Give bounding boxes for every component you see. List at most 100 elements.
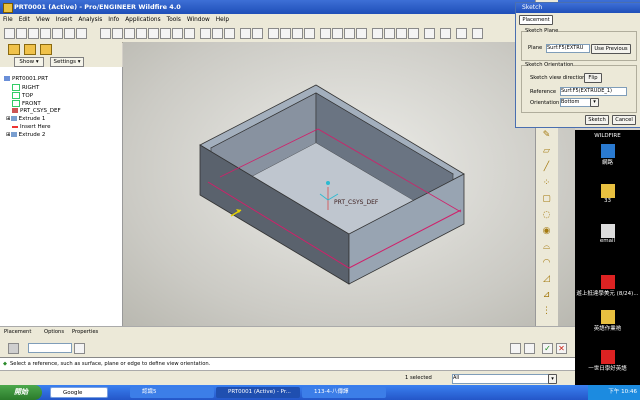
datum-points-icon[interactable]: [396, 28, 407, 39]
zoom-in-icon[interactable]: [200, 28, 211, 39]
chevron-down-icon[interactable]: ▾: [590, 98, 599, 107]
datum-axes-icon[interactable]: [384, 28, 395, 39]
cancel-button[interactable]: Cancel: [612, 115, 636, 125]
close-window-icon[interactable]: [472, 28, 483, 39]
flip-button[interactable]: Flip: [584, 73, 602, 83]
tab-options[interactable]: Options: [44, 329, 64, 335]
round-tool-icon[interactable]: ◠: [541, 258, 552, 269]
select-icon[interactable]: [160, 28, 171, 39]
tab-placement[interactable]: Placement: [4, 329, 31, 335]
model-view[interactable]: PRT_CSYS_DEF: [123, 42, 575, 326]
desktop-icon-pdf-2[interactable]: 一世日學好英語: [575, 350, 640, 372]
undo-icon[interactable]: [100, 28, 111, 39]
tree-item-extrude-1[interactable]: ⊞ Extrude 1: [6, 116, 45, 123]
print-icon[interactable]: [40, 28, 51, 39]
shading-icon[interactable]: [240, 28, 251, 39]
favorites-folder-icon[interactable]: [40, 44, 52, 55]
cut-icon[interactable]: [124, 28, 135, 39]
desktop-icon-pdf-1[interactable]: 遊上抵達學美元 (8/24)...: [575, 275, 640, 297]
view-manager-icon[interactable]: [304, 28, 315, 39]
pan-icon[interactable]: [292, 28, 303, 39]
chamfer-tool-icon[interactable]: ◿: [541, 274, 552, 285]
use-previous-button[interactable]: Use Previous: [591, 44, 631, 54]
hole-tool-icon[interactable]: ◉: [541, 226, 552, 237]
task-doc[interactable]: 113-4-八傳譯: [302, 387, 386, 398]
task-proe[interactable]: PRT0001 (Active) - Pr...: [216, 387, 300, 398]
tree-item-extrude-2[interactable]: ⊞ Extrude 2: [6, 132, 45, 139]
plane-field[interactable]: Surf:F5(EXTRU: [546, 44, 590, 53]
graphics-viewport[interactable]: PRT_CSYS_DEF: [123, 42, 575, 326]
tree-item-right[interactable]: RIGHT: [12, 84, 39, 91]
preview-icon[interactable]: [524, 343, 535, 354]
pattern-tool-icon[interactable]: ⋮: [541, 306, 552, 317]
copy-icon[interactable]: [64, 28, 75, 39]
zoom-out-2-icon[interactable]: [280, 28, 291, 39]
no-hidden-icon[interactable]: [344, 28, 355, 39]
system-tray: 下午 10:46: [588, 385, 640, 400]
help-icon[interactable]: [456, 28, 467, 39]
shell-tool-icon[interactable]: ⌓: [541, 242, 552, 253]
zoom-window-icon[interactable]: [268, 28, 279, 39]
reference-field[interactable]: Surf:F5(EXTRUDE_1): [560, 87, 627, 96]
sketch-tool-icon[interactable]: ✎: [541, 130, 552, 141]
regenerate-icon[interactable]: [136, 28, 147, 39]
folder-browser-icon[interactable]: [24, 44, 36, 55]
datum-axis-tool-icon[interactable]: ╱: [541, 162, 552, 173]
orientation-select[interactable]: Bottom: [560, 98, 592, 107]
depth-input[interactable]: [28, 343, 72, 353]
tree-item-part[interactable]: PRT0001.PRT: [4, 76, 48, 83]
filter-select[interactable]: All: [452, 374, 550, 384]
datum-point-tool-icon[interactable]: ⁘: [541, 178, 552, 189]
model-tree-folder-icon[interactable]: [8, 44, 20, 55]
save-icon[interactable]: [28, 28, 39, 39]
tab-placement[interactable]: Placement: [519, 15, 553, 25]
hidden-line-icon[interactable]: [332, 28, 343, 39]
tree-item-csys[interactable]: PRT_CSYS_DEF: [12, 108, 61, 115]
zoom-out-icon[interactable]: [212, 28, 223, 39]
paste-icon[interactable]: [76, 28, 87, 39]
redo-icon[interactable]: [112, 28, 123, 39]
pause-icon[interactable]: [510, 343, 521, 354]
new-icon[interactable]: [4, 28, 15, 39]
task-folder[interactable]: 認識5: [130, 387, 214, 398]
datum-planes-icon[interactable]: [372, 28, 383, 39]
chevron-down-icon[interactable]: ▾: [548, 374, 557, 384]
show-dropdown[interactable]: Show ▾: [14, 57, 44, 67]
window-icon[interactable]: [172, 28, 183, 39]
accept-icon[interactable]: ✓: [542, 343, 553, 354]
draft-tool-icon[interactable]: ⊿: [541, 290, 552, 301]
spin-center-icon[interactable]: [424, 28, 435, 39]
open-icon[interactable]: [16, 28, 27, 39]
start-button[interactable]: 開始: [0, 385, 42, 400]
extrude-tool-icon[interactable]: ▢: [541, 194, 552, 205]
desktop-icon-email[interactable]: email: [575, 224, 640, 244]
plane-label: Plane: [528, 45, 543, 51]
annotation-icon[interactable]: [440, 28, 451, 39]
datum-plane-tool-icon[interactable]: ▱: [541, 146, 552, 157]
sketch-button[interactable]: Sketch: [585, 115, 609, 125]
csys-icon[interactable]: [408, 28, 419, 39]
model-tree: PRT0001.PRT RIGHT TOP FRONT PRT_CSYS_DEF…: [0, 67, 123, 326]
settings-dropdown[interactable]: Settings ▾: [50, 57, 84, 67]
tree-item-top[interactable]: TOP: [12, 92, 33, 99]
shaded-icon[interactable]: [356, 28, 367, 39]
tree-item-insert-here[interactable]: Insert Here: [12, 124, 51, 131]
find-icon[interactable]: [148, 28, 159, 39]
email-icon[interactable]: [52, 28, 63, 39]
wireframe-icon[interactable]: [320, 28, 331, 39]
cancel-icon[interactable]: ✕: [556, 343, 567, 354]
desktop-icon-33[interactable]: 33: [575, 184, 640, 204]
depth-option-icon[interactable]: [8, 343, 19, 354]
csys-icon: [12, 108, 18, 113]
sketch-dialog-titlebar[interactable]: Sketch: [516, 3, 640, 13]
desktop-icon-folder-2[interactable]: 英語作業祂: [575, 310, 640, 332]
tab-properties[interactable]: Properties: [72, 329, 98, 335]
desktop-icon-network[interactable]: 網路: [575, 144, 640, 166]
flip-direction-icon[interactable]: [74, 343, 85, 354]
orient-icon[interactable]: [252, 28, 263, 39]
refit-icon[interactable]: [224, 28, 235, 39]
revolve-tool-icon[interactable]: ◌: [541, 210, 552, 221]
google-search-box[interactable]: Google: [50, 387, 108, 398]
repaint-icon[interactable]: [184, 28, 195, 39]
tree-item-front[interactable]: FRONT: [12, 100, 41, 107]
